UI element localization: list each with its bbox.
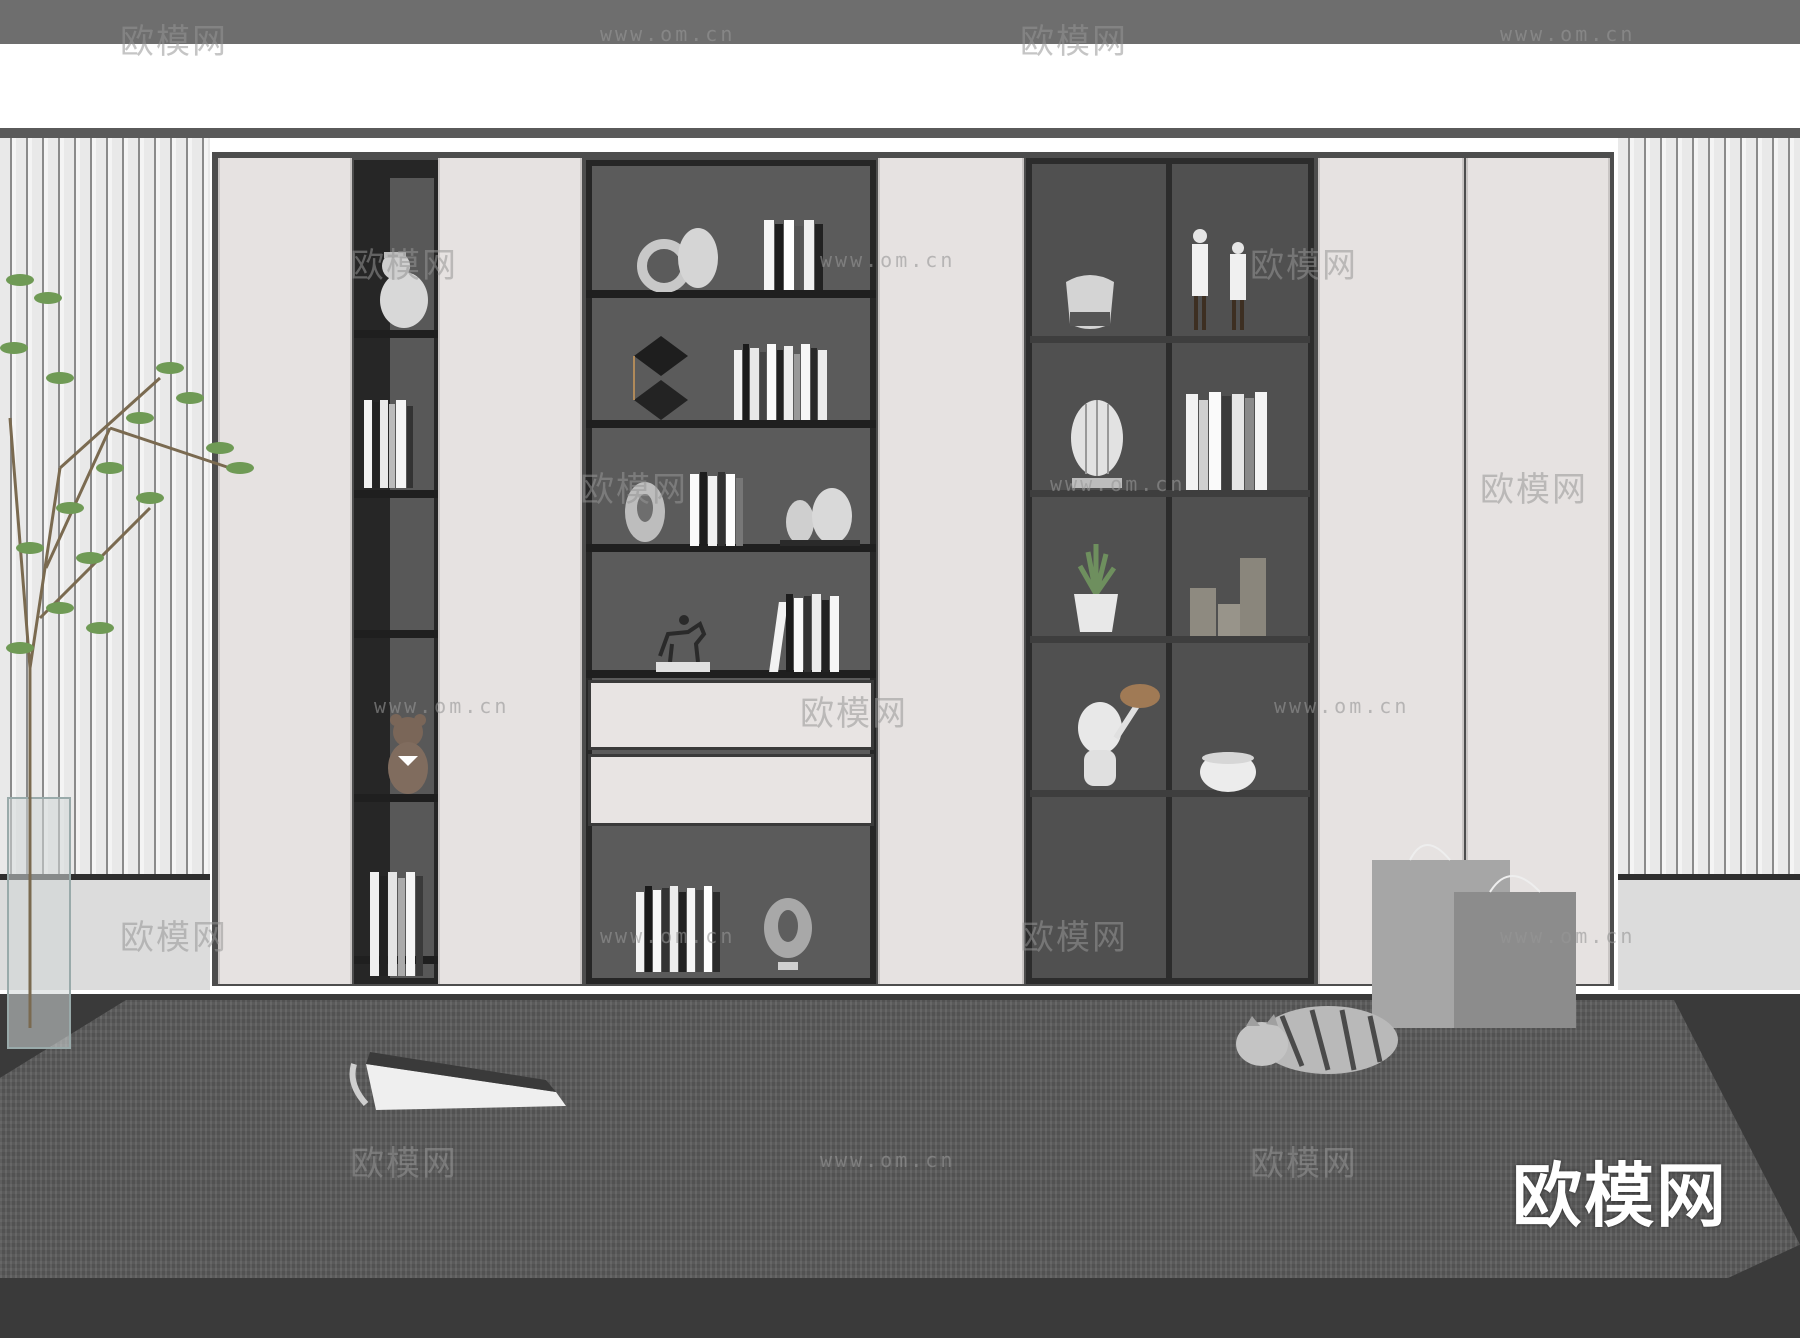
watermark-logo: 欧模网 <box>1020 918 1128 958</box>
book-stack-main-4 <box>769 594 854 672</box>
cube-sculpture <box>633 336 688 420</box>
watermark-url: www.om.cn <box>1274 694 1410 718</box>
fluted-wall-panel-right <box>1618 138 1800 878</box>
magazine <box>349 1052 566 1110</box>
book-stack-main-3 <box>690 472 754 546</box>
watermark-url: www.om.cn <box>1050 472 1186 496</box>
brand-watermark: 欧模网 <box>1512 1155 1728 1237</box>
watermark-url: www.om.cn <box>1500 924 1636 948</box>
ceiling-line <box>0 128 1800 138</box>
watermark-logo: 欧模网 <box>1480 470 1588 510</box>
watermark-logo: 欧模网 <box>1250 1144 1358 1184</box>
book-stack-glass-1 <box>1186 392 1272 490</box>
bear-figurine <box>388 714 428 794</box>
wall-lower-right <box>1618 880 1800 990</box>
main-shelf-bay <box>586 160 876 984</box>
potted-plant-small <box>1074 544 1118 632</box>
figurine-pair <box>1192 229 1246 330</box>
glass-shelf <box>1030 336 1310 343</box>
shelf-board <box>586 290 876 298</box>
watermark-logo: 欧模网 <box>120 22 228 62</box>
cabinet-door-2 <box>438 158 582 984</box>
sleeping-cat <box>1236 1006 1398 1074</box>
abstract-sculpture <box>764 898 812 970</box>
glass-divider <box>1166 158 1172 984</box>
watermark-logo: 欧模网 <box>120 918 228 958</box>
interior-render: 欧模网 www.om.cn 欧模网 www.om.cn 欧模网 www.om.c… <box>0 0 1800 1338</box>
book-stack-narrow-2 <box>370 868 434 976</box>
watermark-url: www.om.cn <box>600 22 736 46</box>
watermark-logo: 欧模网 <box>800 694 908 734</box>
watermark-logo: 欧模网 <box>1020 22 1128 62</box>
watermark-url: www.om.cn <box>1500 22 1636 46</box>
watermark-logo: 欧模网 <box>350 1144 458 1184</box>
watermark-logo: 欧模网 <box>580 470 688 510</box>
ceramic-bowl <box>1200 752 1256 792</box>
watermark-url: www.om.cn <box>820 1148 956 1172</box>
drawer-bottom[interactable] <box>588 754 874 826</box>
bowl-decor <box>1066 275 1114 329</box>
cabinet-door-3 <box>878 158 1024 984</box>
astronaut-figurine <box>1078 684 1160 786</box>
watermark-logo: 欧模网 <box>350 246 458 286</box>
candle-set <box>1190 558 1266 636</box>
watermark-url: www.om.cn <box>374 694 510 718</box>
vase-pair <box>780 488 860 546</box>
horse-rider-figurine <box>656 615 710 672</box>
watermark-url: www.om.cn <box>600 924 736 948</box>
watermark-logo: 欧模网 <box>1250 246 1358 286</box>
book-stack-main-2 <box>734 344 834 420</box>
book-stack-narrow-1 <box>364 398 434 488</box>
ring-sculpture <box>637 228 718 292</box>
watermark-url: www.om.cn <box>820 248 956 272</box>
